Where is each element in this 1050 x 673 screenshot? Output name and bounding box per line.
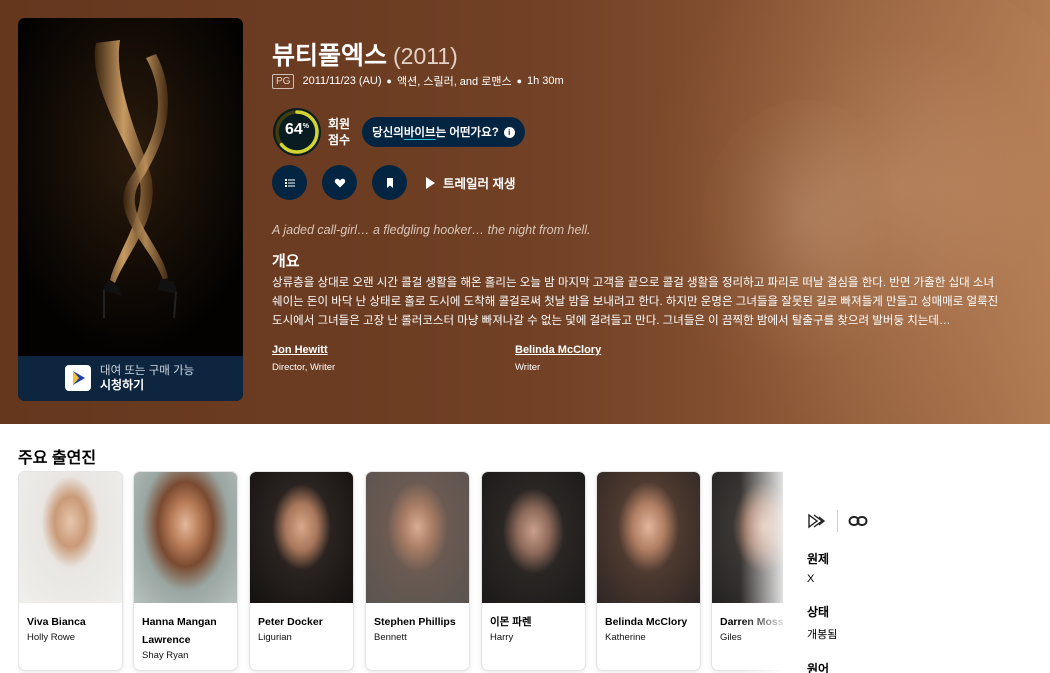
cast-character: Katherine bbox=[605, 632, 646, 643]
watchlist-button[interactable] bbox=[372, 165, 407, 200]
cast-card[interactable]: Belinda McClory Katherine bbox=[596, 471, 701, 671]
cast-card[interactable]: Stephen Phillips Bennett bbox=[365, 471, 470, 671]
cast-name[interactable]: Peter Docker bbox=[258, 613, 350, 631]
crew-item: Belinda McClory Writer bbox=[515, 344, 601, 373]
vibe-text-pre: 당신의 bbox=[372, 127, 404, 139]
hero-backdrop: 대여 또는 구매 가능 시청하기 뷰티풀엑스 (2011) PG 2011/11… bbox=[0, 0, 1050, 424]
fact-label: 원제 bbox=[807, 552, 830, 566]
cast-character: Ligurian bbox=[258, 632, 292, 643]
cast-photo[interactable] bbox=[134, 472, 237, 603]
cast-photo[interactable] bbox=[250, 472, 353, 603]
fact-label: 상태 bbox=[807, 605, 830, 619]
score-label-line2: 점수 bbox=[328, 133, 351, 147]
crew-name[interactable]: Belinda McClory bbox=[515, 344, 601, 356]
cast-character: Shay Ryan bbox=[142, 650, 189, 661]
vibe-text-highlight: 바이브 bbox=[403, 127, 436, 139]
list-icon bbox=[284, 178, 295, 187]
cast-card[interactable]: Viva Bianca Holly Rowe bbox=[18, 471, 123, 671]
cast-name[interactable]: Stephen Phillips bbox=[374, 613, 466, 631]
scroller-fade bbox=[740, 471, 790, 673]
crew-name[interactable]: Jon Hewitt bbox=[272, 344, 335, 356]
cast-name[interactable]: Belinda McClory bbox=[605, 613, 697, 631]
heart-icon bbox=[334, 178, 345, 187]
score-percent: % bbox=[302, 123, 310, 130]
release-date: 2011/11/23 (AU) bbox=[302, 75, 382, 87]
movie-year: (2011) bbox=[393, 43, 458, 69]
runtime: 1h 30m bbox=[527, 75, 564, 87]
movie-title[interactable]: 뷰티풀엑스 bbox=[272, 36, 387, 72]
score-row: 64% 회원 점수 당신의 바이브 는 어떤가요? i bbox=[272, 106, 525, 158]
fact-label: 원어 bbox=[807, 662, 830, 673]
play-trailer-button[interactable]: 트레일러 재생 bbox=[426, 173, 515, 192]
score-number: 64 bbox=[284, 121, 303, 138]
cast-character: Giles bbox=[720, 632, 742, 643]
social-separator bbox=[837, 510, 838, 532]
cast-character: Harry bbox=[490, 632, 514, 643]
cast-scroller[interactable]: Viva Bianca Holly Rowe Hanna Mangan Lawr… bbox=[18, 471, 783, 673]
overview-text: 상류층을 상대로 오랜 시간 콜걸 생활을 해온 홀리는 오늘 밤 마지막 고객… bbox=[272, 277, 999, 327]
movie-facts: PG 2011/11/23 (AU) ● 액션, 스릴러, and 로맨스 ● … bbox=[272, 72, 1012, 90]
cast-photo[interactable] bbox=[597, 472, 700, 603]
facts-sidebar: 원제 X 상태 개봉됨 원어 bbox=[807, 510, 1037, 673]
certification-badge: PG bbox=[272, 73, 295, 89]
info-icon: i bbox=[503, 126, 515, 138]
crew-item: Jon Hewitt Director, Writer bbox=[272, 344, 335, 373]
score-label: 회원 점수 bbox=[328, 116, 350, 148]
poster[interactable]: 대여 또는 구매 가능 시청하기 bbox=[18, 18, 243, 401]
link-icon[interactable] bbox=[848, 514, 868, 528]
vibe-text-post: 는 어떤가요? bbox=[435, 127, 499, 139]
fact-value: 개봉됨 bbox=[807, 629, 838, 641]
bookmark-icon bbox=[386, 177, 393, 188]
score-label-line1: 회원 bbox=[328, 117, 351, 131]
cast-name[interactable]: Viva Bianca bbox=[27, 613, 119, 631]
poster-image bbox=[18, 18, 243, 356]
cast-photo[interactable] bbox=[19, 472, 122, 603]
cast-card[interactable]: 이몬 파렌 Harry bbox=[481, 471, 586, 671]
social-links bbox=[807, 510, 1037, 532]
justwatch-icon[interactable] bbox=[807, 513, 827, 529]
separator-dot: ● bbox=[516, 76, 523, 86]
favorite-button[interactable] bbox=[322, 165, 357, 200]
crew-role: Director, Writer bbox=[272, 362, 336, 373]
play-logo-icon bbox=[65, 365, 91, 391]
separator-dot: ● bbox=[386, 76, 392, 86]
cast-heading: 주요 출연진 bbox=[18, 450, 97, 467]
action-buttons: 트레일러 재생 bbox=[272, 165, 515, 200]
watch-line1: 대여 또는 구매 가능 bbox=[100, 365, 195, 377]
watch-text: 대여 또는 구매 가능 시청하기 bbox=[100, 364, 194, 392]
cast-card[interactable]: Hanna Mangan Lawrence Shay Ryan bbox=[133, 471, 238, 671]
watch-line2: 시청하기 bbox=[100, 378, 145, 392]
crew-role: Writer bbox=[515, 362, 541, 373]
trailer-label: 트레일러 재생 bbox=[443, 177, 516, 191]
add-to-list-button[interactable] bbox=[272, 165, 307, 200]
tagline: A jaded call-girl… a fledgling hooker… t… bbox=[272, 223, 591, 237]
vibe-button[interactable]: 당신의 바이브 는 어떤가요? i bbox=[362, 117, 525, 147]
cast-name[interactable]: Hanna Mangan Lawrence bbox=[142, 613, 234, 649]
user-score-ring[interactable]: 64% bbox=[272, 107, 322, 157]
title-row: 뷰티풀엑스 (2011) bbox=[272, 36, 1012, 70]
cast-photo[interactable] bbox=[366, 472, 469, 603]
cast-name[interactable]: 이몬 파렌 bbox=[490, 613, 582, 631]
play-icon bbox=[426, 176, 435, 189]
watch-now-bar[interactable]: 대여 또는 구매 가능 시청하기 bbox=[18, 356, 243, 401]
score-value: 64% bbox=[272, 121, 322, 139]
genres[interactable]: 액션, 스릴러, and 로맨스 bbox=[397, 73, 512, 89]
cast-character: Bennett bbox=[374, 632, 407, 643]
cast-character: Holly Rowe bbox=[27, 632, 76, 643]
cast-photo[interactable] bbox=[482, 472, 585, 603]
fact-value: X bbox=[807, 573, 815, 585]
cast-card[interactable]: Peter Docker Ligurian bbox=[249, 471, 354, 671]
movie-info: 뷰티풀엑스 (2011) PG 2011/11/23 (AU) ● 액션, 스릴… bbox=[272, 36, 1012, 373]
overview-heading: 개요 bbox=[272, 253, 300, 270]
